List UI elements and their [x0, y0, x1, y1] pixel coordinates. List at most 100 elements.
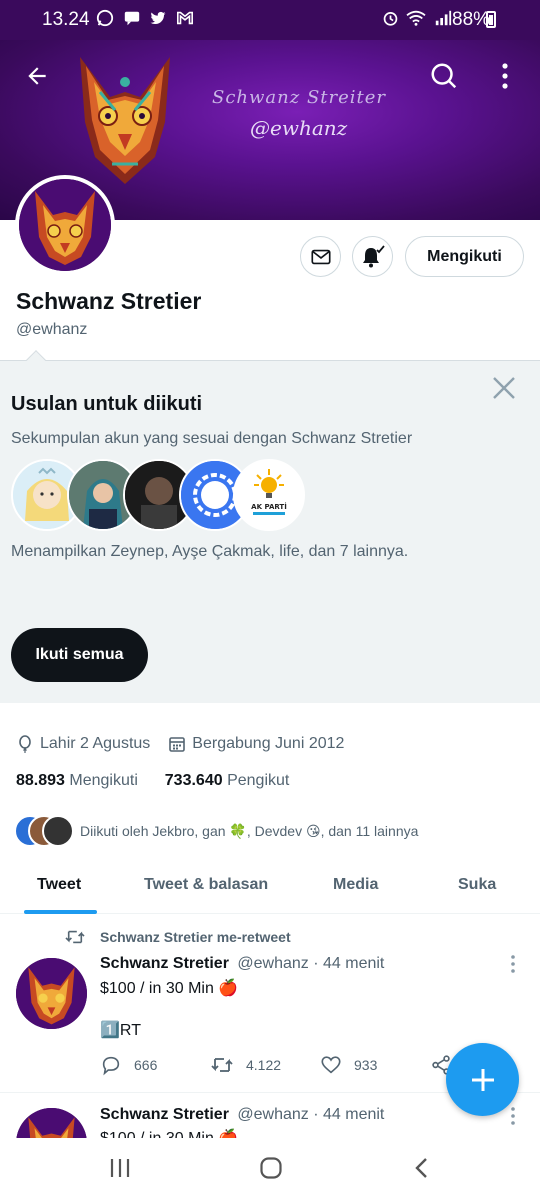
heart-icon — [320, 1054, 342, 1076]
suggested-avatars[interactable]: AK PARTİ — [11, 459, 305, 531]
calendar-icon — [168, 735, 186, 753]
chevron-left-icon — [415, 1158, 427, 1178]
following-label: Mengikuti — [69, 772, 138, 789]
tweet-text-line: 1️⃣RT — [100, 1022, 141, 1039]
tweet-header: Schwanz Stretier @ewhanz · 44 menit — [100, 1106, 384, 1124]
suggestions-pointer — [26, 350, 46, 370]
profile-handle: @ewhanz — [16, 321, 88, 338]
tab-likes[interactable]: Suka — [458, 856, 496, 914]
more-vertical-icon — [511, 955, 515, 973]
more-vertical-icon — [511, 1107, 515, 1125]
tab-tweets[interactable]: Tweet — [37, 856, 81, 914]
retweet-icon — [64, 928, 86, 946]
home-icon — [260, 1157, 282, 1179]
back-nav-button[interactable] — [404, 1152, 440, 1184]
tab-media[interactable]: Media — [333, 856, 378, 914]
profile-name: Schwanz Stretier — [16, 288, 202, 314]
battery-icon — [486, 11, 496, 28]
home-button[interactable] — [253, 1152, 289, 1184]
following-button[interactable]: Mengikuti — [405, 236, 524, 277]
follow-all-button[interactable]: Ikuti semua — [11, 628, 148, 682]
compose-tweet-button[interactable] — [446, 1043, 519, 1116]
joined-text: Bergabung Juni 2012 — [192, 735, 345, 752]
tab-tweets-replies[interactable]: Tweet & balasan — [144, 856, 268, 914]
reply-button[interactable]: 666 — [100, 1054, 157, 1076]
back-arrow-icon — [28, 67, 46, 85]
close-icon — [493, 377, 515, 399]
retweet-count: 4.122 — [246, 1057, 282, 1073]
status-time: 13.24 — [42, 9, 90, 30]
followed-by-avatars — [14, 815, 76, 847]
message-button[interactable] — [300, 236, 341, 277]
search-icon — [431, 63, 457, 89]
profile-meta: Lahir 2 Agustus Bergabung Juni 2012 — [16, 735, 344, 753]
reply-count: 666 — [134, 1057, 158, 1073]
plus-icon — [471, 1068, 494, 1091]
message-icon — [124, 11, 139, 26]
banner-script-text: Schwanz Streiter — [212, 87, 387, 108]
profile-avatar[interactable] — [15, 175, 115, 275]
suggestions-title: Usulan untuk diikuti — [11, 393, 203, 415]
suggestions-showing-text: Menampilkan Zeynep, Ayşe Çakmak, life, d… — [11, 543, 409, 560]
whatsapp-icon — [96, 9, 114, 27]
fox-avatar-image — [19, 179, 111, 271]
tweet-avatar[interactable] — [16, 958, 87, 1029]
system-icons — [382, 9, 452, 29]
profile-tabs: Tweet Tweet & balasan Media Suka — [0, 856, 540, 914]
search-button[interactable] — [424, 56, 464, 96]
balloon-icon — [16, 735, 34, 753]
retweet-label: Schwanz Stretier me-retweet — [100, 929, 291, 945]
recent-apps-button[interactable] — [102, 1152, 138, 1184]
system-nav-bar — [0, 1138, 540, 1200]
battery-percent: 88% — [452, 9, 491, 30]
suggestions-panel: Usulan untuk diikuti Sekumpulan akun yan… — [0, 350, 540, 703]
tweet-handle-time: @ewhanz · 44 menit — [237, 1106, 385, 1123]
back-button[interactable] — [17, 56, 57, 96]
retweet-context: Schwanz Stretier me-retweet — [64, 928, 291, 946]
followers-count-link[interactable]: 733.640 Pengikut — [165, 772, 290, 789]
reply-icon — [100, 1054, 122, 1076]
notifications-button[interactable] — [352, 236, 393, 277]
notification-icons — [96, 9, 194, 29]
close-suggestions-button[interactable] — [490, 374, 518, 402]
mail-icon — [310, 249, 331, 264]
tweet-more-button[interactable] — [503, 954, 523, 974]
suggested-avatar[interactable]: AK PARTİ — [233, 459, 305, 531]
tweet-header: Schwanz Stretier @ewhanz · 44 menit — [100, 955, 384, 973]
status-bar: 13.24 88% — [0, 0, 540, 40]
more-vertical-icon — [502, 63, 508, 89]
like-count: 933 — [354, 1057, 378, 1073]
akparti-logo-image: AK PARTİ — [235, 461, 303, 529]
suggestions-subtitle: Sekumpulan akun yang sesuai dengan Schwa… — [11, 430, 413, 447]
fox-logo — [80, 57, 170, 184]
follow-counts: 88.893 Mengikuti 733.640 Pengikut — [16, 772, 289, 790]
followers-label: Pengikut — [227, 772, 290, 789]
followed-by-text: Diikuti oleh Jekbro, gan 🍀, Devdev 😘, da… — [80, 822, 419, 839]
tweet-more-button[interactable] — [503, 1106, 523, 1126]
recent-apps-icon — [110, 1159, 130, 1177]
signal-icon — [435, 10, 452, 26]
twitter-icon — [150, 11, 166, 25]
followers-count: 733.640 — [164, 772, 223, 789]
alarm-icon — [383, 12, 398, 26]
more-options-button[interactable] — [485, 56, 525, 96]
following-count: 88.893 — [16, 772, 65, 789]
tweet-text-line: $100 / in 30 Min 🍎 — [100, 980, 239, 997]
like-button[interactable]: 933 — [320, 1054, 377, 1076]
followed-by-row[interactable]: Diikuti oleh Jekbro, gan 🍀, Devdev 😘, da… — [14, 815, 418, 847]
bell-check-icon — [362, 244, 385, 267]
tweet-author-name[interactable]: Schwanz Stretier — [100, 955, 229, 972]
following-count-link[interactable]: 88.893 Mengikuti — [16, 772, 138, 789]
tweet-author-name[interactable]: Schwanz Stretier — [100, 1106, 229, 1123]
banner-handle-text: @ewhanz — [250, 116, 348, 140]
birthday-text: Lahir 2 Agustus — [40, 735, 151, 752]
tweet-handle-time: @ewhanz · 44 menit — [237, 955, 385, 972]
wifi-icon — [406, 10, 427, 26]
retweet-button[interactable]: 4.122 — [210, 1054, 281, 1076]
gmail-icon — [177, 11, 194, 25]
fox-avatar-image — [16, 958, 87, 1029]
retweet-icon — [210, 1054, 234, 1076]
svg-text:AK PARTİ: AK PARTİ — [251, 502, 287, 511]
follower-avatar — [42, 815, 74, 847]
active-tab-indicator — [24, 910, 97, 914]
